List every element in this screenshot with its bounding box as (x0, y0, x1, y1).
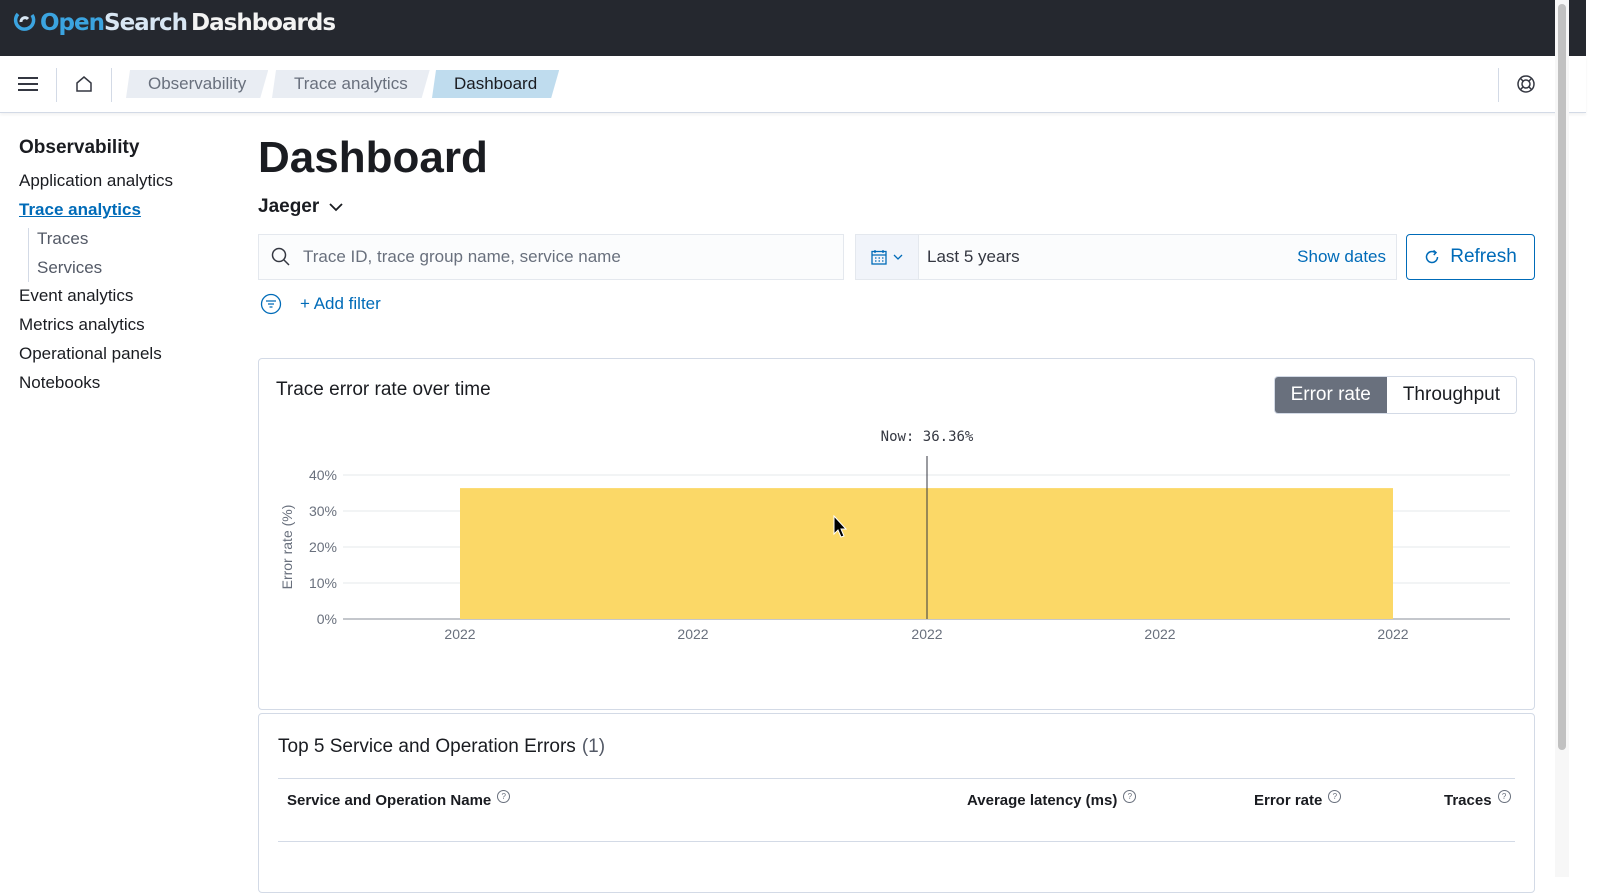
y-tick-label: 30% (309, 503, 337, 519)
x-tick-label: 2022 (1144, 626, 1175, 642)
hamburger-icon (18, 77, 38, 91)
help-icon: ? (1123, 790, 1137, 803)
refresh-button[interactable]: Refresh (1406, 234, 1535, 280)
sidebar-item-event-analytics[interactable]: Event analytics (19, 286, 133, 306)
sidebar-item-trace-analytics[interactable]: Trace analytics (19, 200, 141, 220)
sidebar-item-traces[interactable]: Traces (37, 229, 88, 249)
column-header-label: Error rate (1254, 792, 1323, 809)
x-tick-label: 2022 (1377, 626, 1408, 642)
breadcrumb-observability[interactable]: Observability (126, 70, 268, 98)
filter-icon[interactable] (260, 293, 282, 315)
y-tick-label: 10% (309, 575, 337, 591)
nav-bar: Observability Trace analytics Dashboard (0, 56, 1586, 113)
table-row-divider (278, 841, 1515, 842)
opensearch-logo[interactable]: OpenSearch Dashboards (12, 10, 336, 36)
now-annotation: Now: 36.36% (881, 429, 974, 445)
date-range-text[interactable]: Last 5 years (927, 247, 1020, 267)
quick-menu-button[interactable] (856, 235, 919, 279)
page-scrollbar-thumb[interactable] (1558, 4, 1566, 750)
header-bar: OpenSearch Dashboards (0, 0, 1586, 56)
sidebar-subnav-line (28, 228, 29, 282)
x-tick-label: 2022 (677, 626, 708, 642)
logo-text-dashboards: Dashboards (191, 10, 336, 36)
x-tick-label: 2022 (911, 626, 942, 642)
filter-row: + Add filter (258, 293, 381, 315)
search-input[interactable] (301, 246, 825, 268)
help-icon: ? (1497, 790, 1511, 803)
y-tick-label: 40% (309, 467, 337, 483)
column-header-average-latency[interactable]: Average latency (ms)? (967, 790, 1137, 809)
table-header-divider (278, 778, 1515, 779)
error-rate-panel: Trace error rate over time Error rate Th… (258, 358, 1535, 710)
data-source-label: Jaeger (258, 196, 320, 217)
date-picker: Last 5 years Show dates (855, 234, 1397, 280)
sidebar-item-services[interactable]: Services (37, 258, 102, 278)
opensearch-logo-icon (13, 12, 36, 31)
calendar-icon (871, 250, 887, 265)
logo-text-open: Open (40, 10, 105, 36)
help-icon: ? (1328, 790, 1342, 803)
x-tick-label: 2022 (444, 626, 475, 642)
column-header-traces[interactable]: Traces? (1444, 790, 1511, 809)
chevron-down-icon (329, 203, 343, 212)
error-rate-chart[interactable]: 0% 10% 20% 30% 40% 2022 2022 2022 2022 2022 Now: 3… (259, 359, 1534, 709)
help-button[interactable] (1498, 56, 1554, 112)
help-lifebuoy-icon (1517, 75, 1535, 93)
errors-table-title: Top 5 Service and Operation Errors (1) (278, 736, 605, 758)
search-icon (271, 247, 290, 266)
chevron-down-icon (893, 254, 903, 260)
add-filter-button[interactable]: + Add filter (300, 294, 381, 314)
menu-button[interactable] (0, 56, 56, 112)
help-icon: ? (497, 790, 511, 803)
search-field[interactable] (258, 234, 844, 280)
refresh-icon (1425, 249, 1439, 264)
errors-table-count: (1) (581, 736, 606, 757)
service-errors-panel: Top 5 Service and Operation Errors (1) Se… (258, 713, 1535, 893)
home-icon (76, 76, 92, 92)
column-header-error-rate[interactable]: Error rate? (1254, 790, 1342, 809)
logo-text-search: Search (104, 10, 188, 36)
errors-table-title-text: Top 5 Service and Operation Errors (278, 736, 576, 757)
column-header-label: Service and Operation Name (287, 792, 492, 809)
breadcrumb-trace-analytics[interactable]: Trace analytics (272, 70, 430, 98)
breadcrumb-dashboard: Dashboard (432, 70, 559, 98)
column-header-service-operation[interactable]: Service and Operation Name? (287, 790, 511, 809)
sidebar-item-operational-panels[interactable]: Operational panels (19, 344, 162, 364)
refresh-label: Refresh (1450, 246, 1517, 267)
sidebar-item-application-analytics[interactable]: Application analytics (19, 171, 173, 191)
sidebar-item-metrics-analytics[interactable]: Metrics analytics (19, 315, 145, 335)
y-axis-label: Error rate (%) (279, 505, 295, 590)
column-header-label: Traces (1444, 792, 1492, 809)
sidebar-item-notebooks[interactable]: Notebooks (19, 373, 100, 393)
show-dates-link[interactable]: Show dates (1297, 247, 1386, 267)
page-title: Dashboard (258, 133, 488, 182)
nav-divider (111, 68, 112, 102)
column-header-label: Average latency (ms) (967, 792, 1118, 809)
y-tick-label: 20% (309, 539, 337, 555)
sidebar-title: Observability (19, 137, 140, 158)
home-button[interactable] (56, 56, 112, 112)
y-tick-label: 0% (317, 611, 337, 627)
data-source-selector[interactable]: Jaeger (258, 196, 343, 218)
